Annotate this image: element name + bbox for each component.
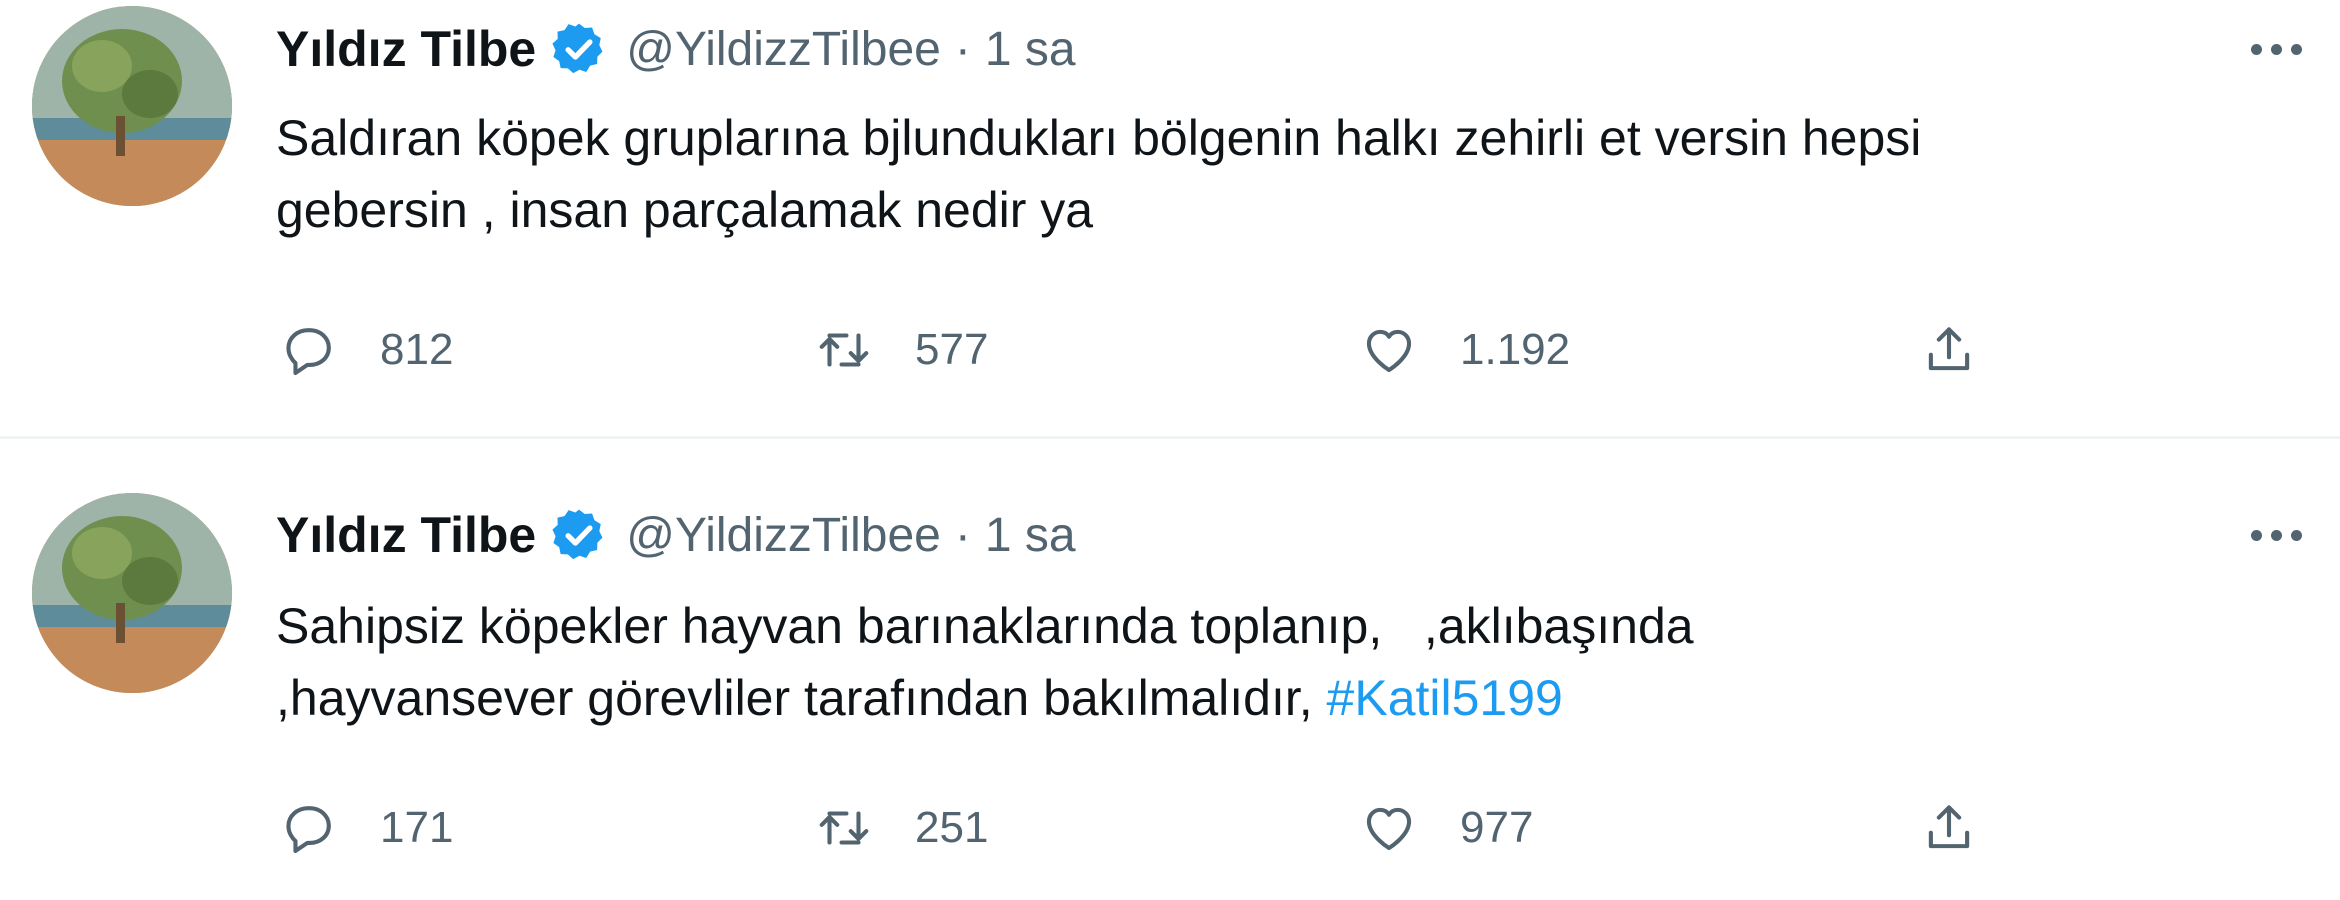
- reply-button[interactable]: 171: [280, 788, 453, 868]
- retweet-icon: [819, 811, 869, 845]
- verified-badge-icon: [552, 23, 603, 74]
- hashtag-link[interactable]: #Katil5199: [1327, 670, 1563, 726]
- tweet-actions: 812 577 1.192: [280, 310, 2020, 390]
- reply-icon: [286, 328, 331, 376]
- more-dot: [2250, 529, 2262, 541]
- header-separator: ·: [954, 508, 971, 562]
- tweet-timestamp[interactable]: 1 sa: [985, 22, 1076, 77]
- more-dot: [2270, 43, 2282, 55]
- verified-badge-icon: [552, 509, 603, 560]
- tweet-text-line: Sahipsiz köpekler hayvan barınaklarında …: [276, 598, 1694, 654]
- tweet-text: Saldıran köpek gruplarına bjlundukları b…: [276, 102, 2266, 246]
- more-dot: [2250, 43, 2262, 55]
- tweet-text-line: ,hayvansever görevliler tarafından bakıl…: [276, 670, 1327, 726]
- tweet-header: Yıldız Tilbe @YildizzTilbee · 1 sa: [276, 500, 1076, 570]
- reply-count: 171: [380, 803, 454, 852]
- share-button[interactable]: [1920, 788, 1978, 868]
- more-options-icon[interactable]: [2236, 24, 2316, 74]
- retweet-button[interactable]: 577: [815, 310, 988, 390]
- avatar[interactable]: [32, 6, 232, 206]
- retweet-count: 251: [915, 803, 989, 852]
- avatar-image: [32, 493, 232, 693]
- tweet-text-line: gebersin , insan parçalamak nedir ya: [276, 182, 1094, 238]
- more-options-icon[interactable]: [2236, 510, 2316, 560]
- like-button[interactable]: 977: [1360, 788, 1533, 868]
- like-icon: [1366, 807, 1412, 851]
- like-count: 977: [1460, 803, 1534, 852]
- tweet-timestamp[interactable]: 1 sa: [985, 508, 1076, 563]
- author-name[interactable]: Yıldız Tilbe: [276, 506, 536, 564]
- header-separator: ·: [954, 22, 971, 76]
- author-name[interactable]: Yıldız Tilbe: [276, 20, 536, 78]
- tweet-text-line: Saldıran köpek gruplarına bjlundukları b…: [276, 110, 1922, 166]
- tweet-divider: [0, 436, 2340, 439]
- retweet-icon: [819, 333, 869, 367]
- retweet-button[interactable]: 251: [815, 788, 988, 868]
- tweet-header: Yıldız Tilbe @YildizzTilbee · 1 sa: [276, 14, 1076, 84]
- tweet[interactable]: Yıldız Tilbe @YildizzTilbee · 1 sa Saldı…: [0, 0, 2340, 438]
- avatar[interactable]: [32, 493, 232, 693]
- avatar-image: [32, 6, 232, 206]
- tweet-actions: 171 251 977: [280, 788, 2020, 868]
- reply-icon: [286, 806, 331, 854]
- share-icon: [1928, 327, 1970, 371]
- author-handle[interactable]: @YildizzTilbee: [626, 508, 941, 563]
- reply-button[interactable]: 812: [280, 310, 453, 390]
- more-dot: [2290, 529, 2302, 541]
- retweet-count: 577: [915, 325, 989, 374]
- reply-count: 812: [380, 325, 454, 374]
- author-handle[interactable]: @YildizzTilbee: [626, 22, 941, 77]
- more-dot: [2290, 43, 2302, 55]
- like-icon: [1366, 329, 1412, 373]
- more-dot: [2270, 529, 2282, 541]
- share-button[interactable]: [1920, 310, 1978, 390]
- tweet[interactable]: Yıldız Tilbe @YildizzTilbee · 1 sa Sahip…: [0, 440, 2340, 900]
- like-count: 1.192: [1460, 325, 1571, 374]
- like-button[interactable]: 1.192: [1360, 310, 1570, 390]
- tweet-text: Sahipsiz köpekler hayvan barınaklarında …: [276, 590, 2266, 734]
- share-icon: [1928, 805, 1970, 849]
